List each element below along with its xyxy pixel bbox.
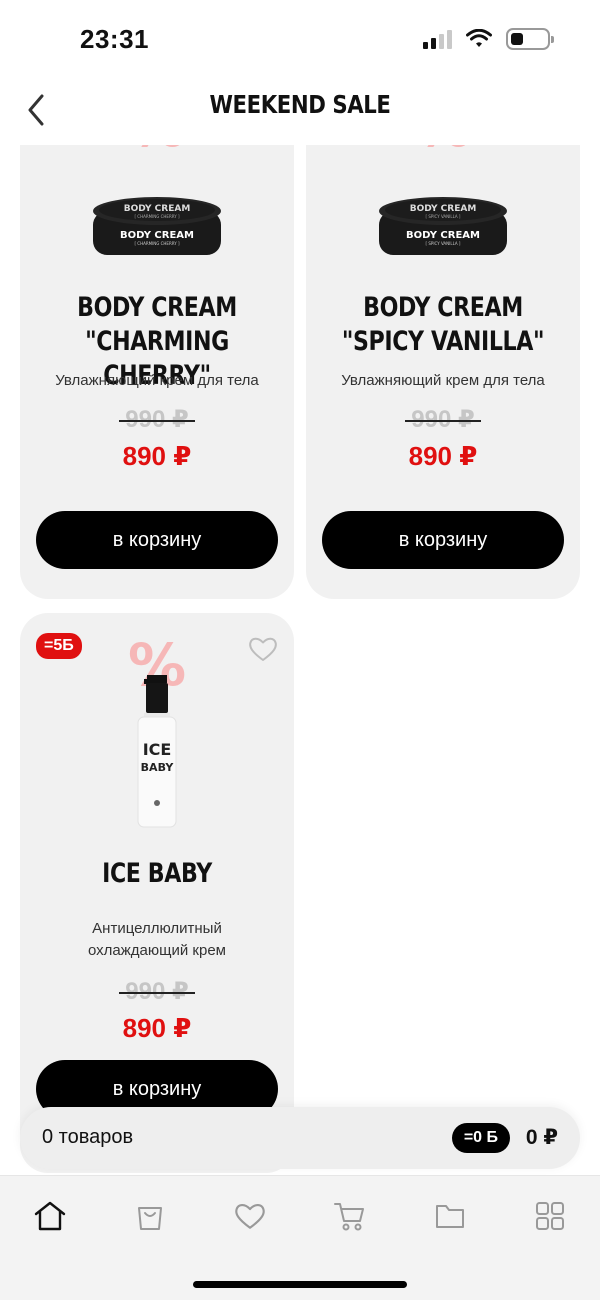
add-to-cart-button[interactable]: в корзину xyxy=(322,511,564,569)
svg-text:ICE: ICE xyxy=(143,740,172,759)
cart-item-count: 0 товаров xyxy=(42,1126,134,1148)
home-icon xyxy=(34,1201,66,1231)
svg-text:[ SPICY VANILLA ]: [ SPICY VANILLA ] xyxy=(426,214,461,219)
chevron-left-icon xyxy=(28,94,44,126)
home-indicator[interactable] xyxy=(193,1281,407,1288)
sale-price: 890 ₽ xyxy=(122,1013,192,1043)
wifi-icon xyxy=(466,29,492,47)
add-to-cart-button[interactable]: в корзину xyxy=(36,511,278,569)
tab-home[interactable] xyxy=(30,1196,70,1236)
status-time: 23:31 xyxy=(80,24,149,54)
header: WEEKEND SALE xyxy=(0,80,600,140)
tab-favorites[interactable] xyxy=(230,1196,270,1236)
grid-icon xyxy=(536,1202,564,1230)
product-card[interactable]: % BODY CREAM [ SPICY VANILLA ] BODY CREA… xyxy=(306,145,580,599)
product-name: BODY CREAM "SPICY VANILLA" xyxy=(341,292,545,357)
cart-total: 0 ₽ xyxy=(525,1126,558,1149)
folder-icon xyxy=(436,1205,464,1228)
svg-text:BODY CREAM: BODY CREAM xyxy=(120,230,194,241)
old-price: 990 ₽ xyxy=(405,406,482,433)
battery-icon xyxy=(506,28,554,50)
percent-decor-icon: % xyxy=(129,145,185,160)
sale-price: 890 ₽ xyxy=(122,441,192,471)
svg-text:[ CHARMING CHERRY ]: [ CHARMING CHERRY ] xyxy=(134,214,179,219)
status-bar: 23:31 xyxy=(0,0,600,80)
product-card[interactable]: % BODY CREAM [ CHARMING CHERRY ] BODY CR… xyxy=(20,145,294,599)
tab-catalog[interactable] xyxy=(430,1196,470,1236)
svg-text:BODY CREAM: BODY CREAM xyxy=(410,204,477,214)
discount-badge: =5Б xyxy=(36,633,82,659)
product-card[interactable]: =5Б % ICE BABY ICE BABY Антицеллюлитный xyxy=(20,613,294,1173)
tab-menu[interactable] xyxy=(530,1196,570,1236)
svg-text:[ CHARMING CHERRY ]: [ CHARMING CHERRY ] xyxy=(134,241,179,246)
page-title: WEEKEND SALE xyxy=(209,90,391,119)
product-image: BODY CREAM [ CHARMING CHERRY ] BODY CREA… xyxy=(93,197,221,255)
heart-icon xyxy=(235,1204,265,1229)
old-price: 990 ₽ xyxy=(119,406,196,433)
svg-text:BABY: BABY xyxy=(141,761,175,774)
cart-icon xyxy=(334,1203,364,1231)
product-image: BODY CREAM [ SPICY VANILLA ] BODY CREAM … xyxy=(379,197,507,255)
svg-text:BODY CREAM: BODY CREAM xyxy=(406,230,480,241)
status-icons xyxy=(423,28,554,50)
product-description: Антицеллюлитный охлаждающий крем xyxy=(88,920,226,959)
product-description: Увлажняющий крем для тела xyxy=(55,372,259,389)
old-price: 990 ₽ xyxy=(119,978,196,1005)
heart-icon xyxy=(249,637,277,661)
svg-text:BODY CREAM: BODY CREAM xyxy=(124,204,191,214)
product-list[interactable]: % BODY CREAM [ CHARMING CHERRY ] BODY CR… xyxy=(0,145,600,1175)
svg-text:[ SPICY VANILLA ]: [ SPICY VANILLA ] xyxy=(426,241,461,246)
product-image: ICE BABY xyxy=(137,675,177,828)
tab-shop[interactable] xyxy=(130,1196,170,1236)
bag-icon xyxy=(138,1207,162,1230)
sale-price: 890 ₽ xyxy=(408,441,478,471)
percent-decor-icon: % xyxy=(415,145,471,160)
points-badge: =0 Б xyxy=(451,1123,510,1153)
cart-summary-bar[interactable]: 0 товаров =0 Б 0 ₽ xyxy=(20,1107,580,1169)
tab-bar xyxy=(0,1175,600,1300)
product-name: ICE BABY xyxy=(102,858,212,889)
signal-icon xyxy=(423,29,452,49)
favorite-button[interactable] xyxy=(248,635,278,663)
tab-cart[interactable] xyxy=(330,1196,370,1236)
product-description: Увлажняющий крем для тела xyxy=(341,372,545,389)
